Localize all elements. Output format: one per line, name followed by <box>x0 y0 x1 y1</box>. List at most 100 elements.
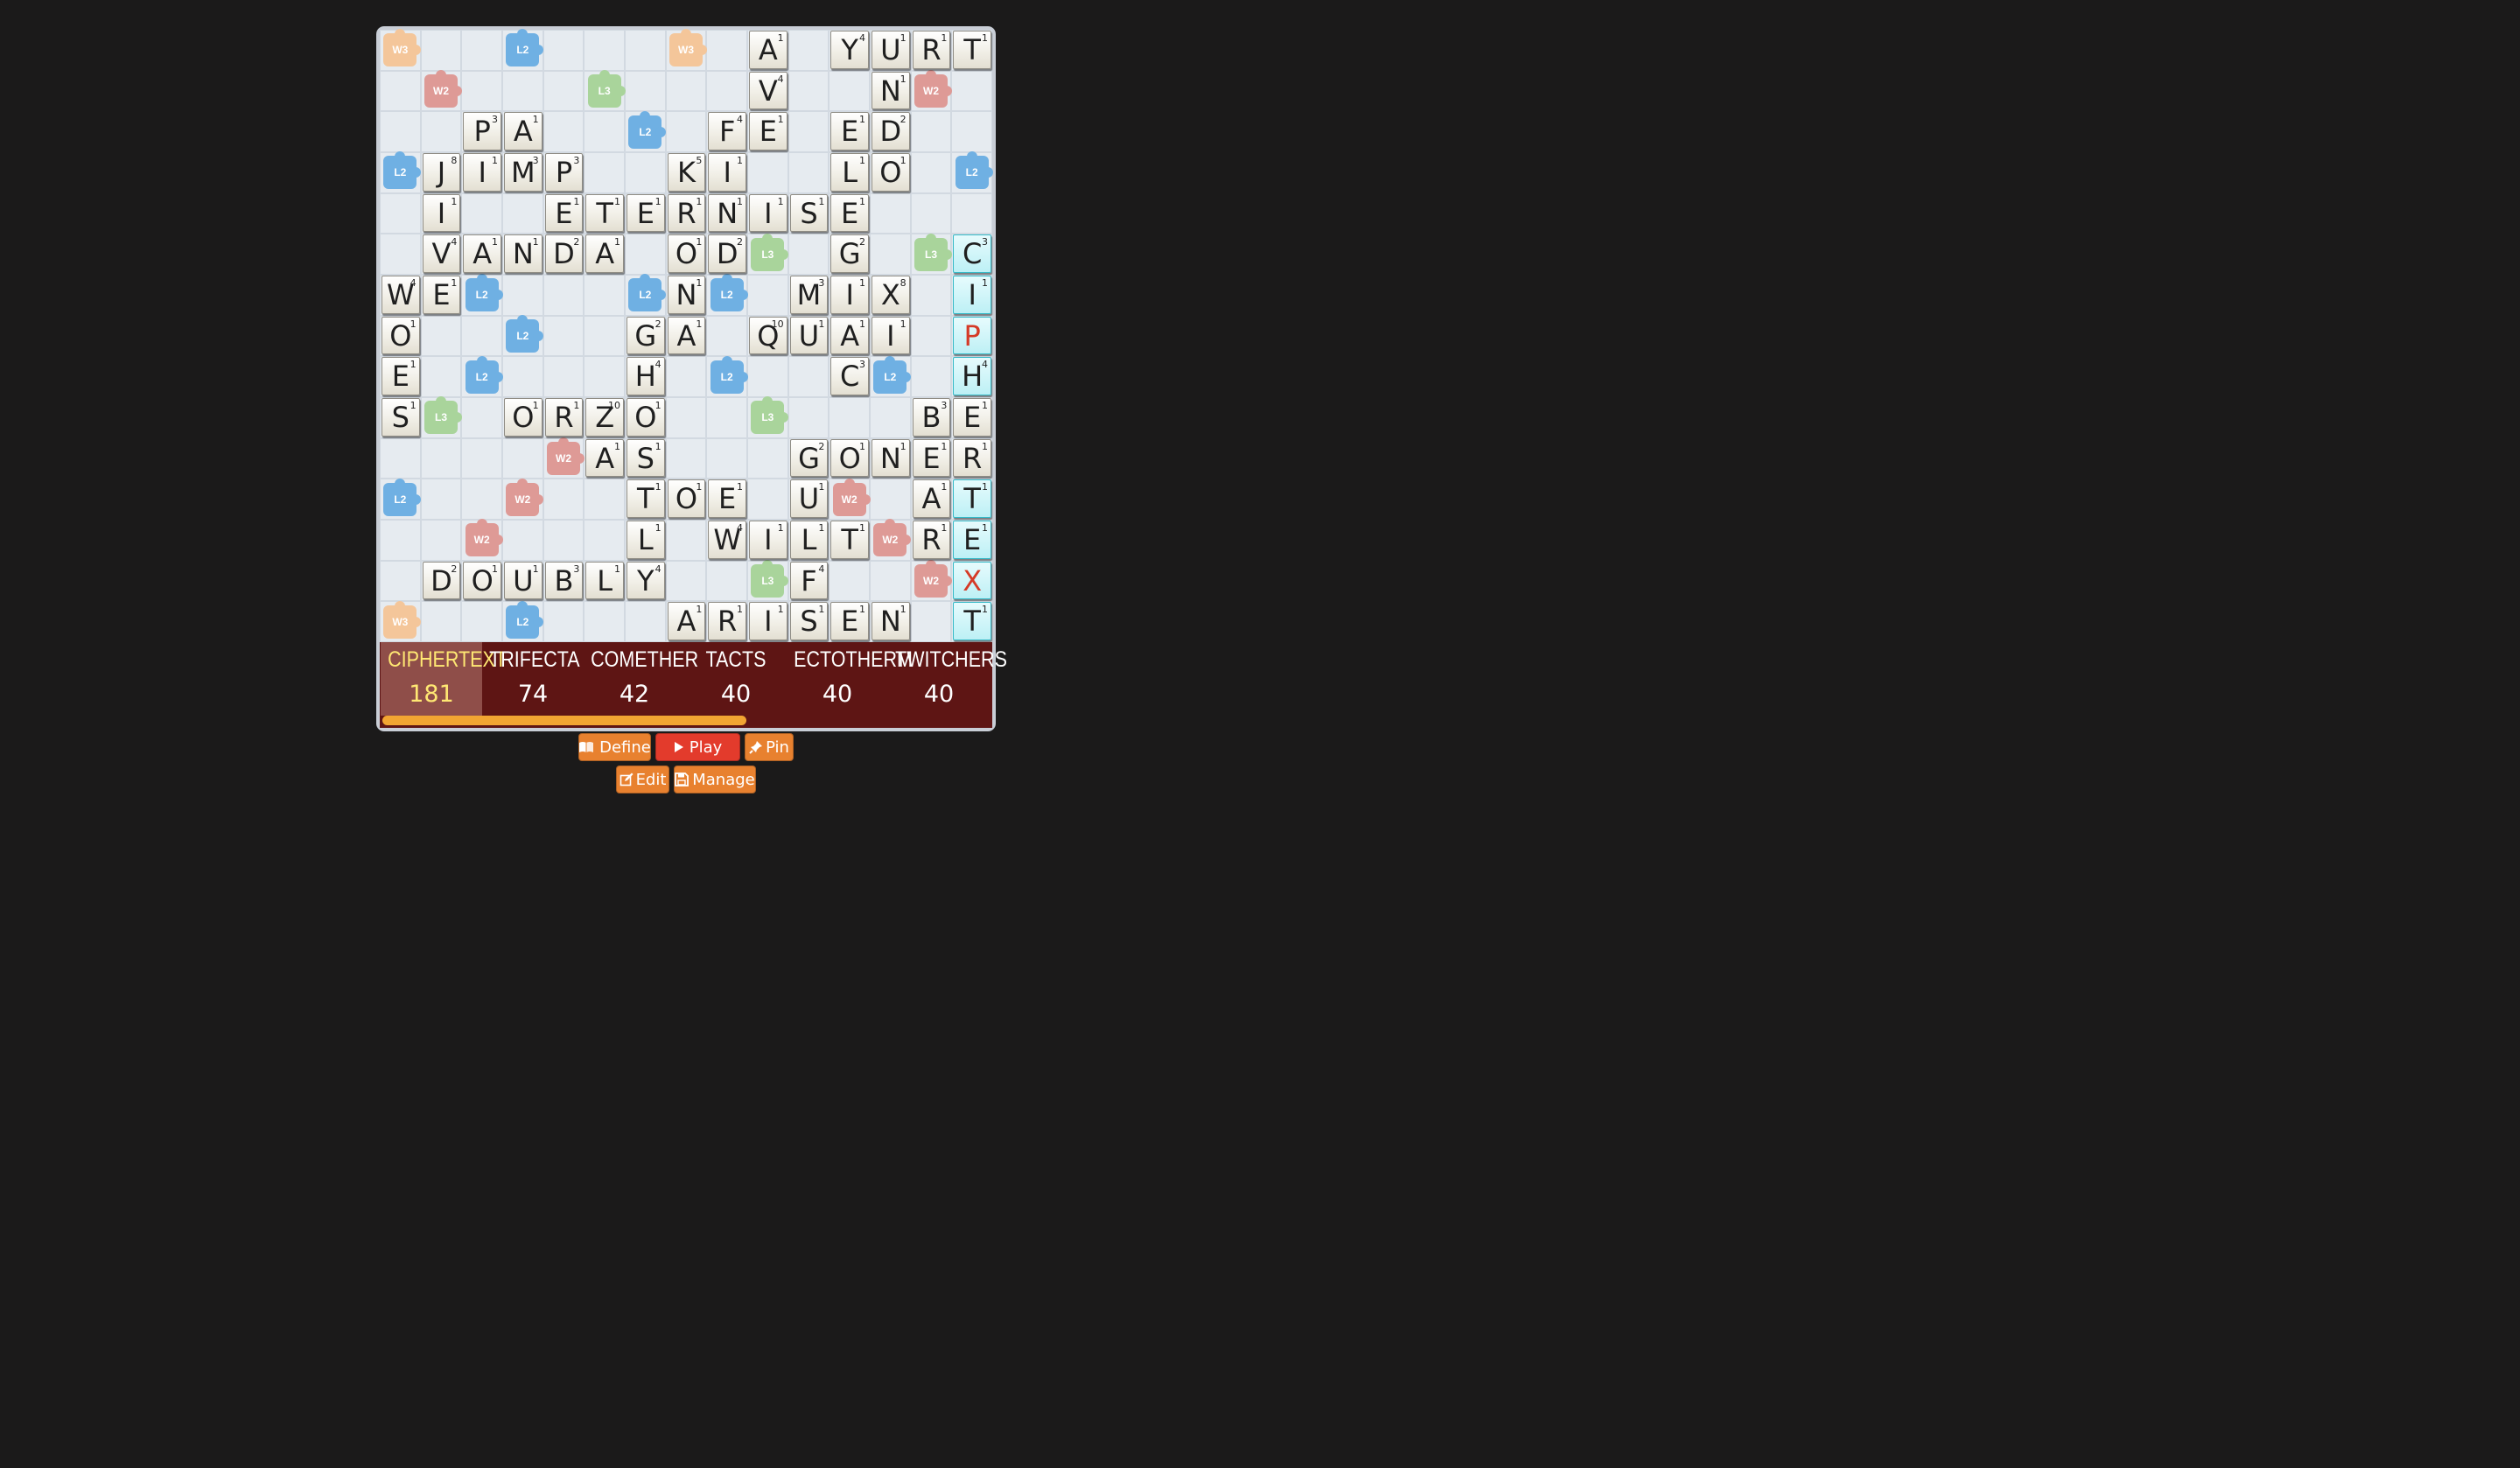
board-square[interactable] <box>625 234 666 275</box>
board-square[interactable] <box>461 70 502 112</box>
board-square[interactable] <box>706 30 747 71</box>
letter-tile[interactable]: E1 <box>830 602 869 640</box>
board-square[interactable] <box>584 152 625 193</box>
board-square[interactable] <box>951 70 992 112</box>
board-square[interactable] <box>910 152 952 193</box>
letter-tile[interactable]: R1 <box>953 438 991 478</box>
letter-tile[interactable]: I1 <box>872 316 910 355</box>
board-square[interactable] <box>788 356 830 397</box>
letter-tile[interactable]: R1 <box>544 398 584 437</box>
letter-tile[interactable]: E1 <box>626 193 665 233</box>
letter-tile[interactable]: S1 <box>382 398 420 437</box>
letter-tile[interactable]: U1 <box>789 479 829 518</box>
board-square[interactable] <box>706 560 747 602</box>
board-square[interactable] <box>706 315 747 357</box>
board-square[interactable] <box>502 275 543 316</box>
board-square[interactable] <box>420 520 462 561</box>
board-square[interactable] <box>502 520 543 561</box>
letter-tile[interactable]: G2 <box>789 438 829 478</box>
letter-tile[interactable]: E1 <box>830 112 869 150</box>
letter-tile[interactable]: S1 <box>789 602 829 640</box>
letter-tile[interactable]: X <box>953 561 991 600</box>
letter-tile[interactable]: T1 <box>830 521 869 559</box>
letter-tile[interactable]: R1 <box>912 521 951 559</box>
board-square[interactable] <box>542 479 584 520</box>
board-square[interactable] <box>829 397 870 438</box>
board-square[interactable] <box>420 601 462 642</box>
board-square[interactable] <box>788 234 830 275</box>
board-square[interactable] <box>461 192 502 234</box>
board-square[interactable] <box>665 111 707 152</box>
letter-tile[interactable]: V4 <box>749 71 788 110</box>
define-button[interactable]: Define <box>578 733 651 761</box>
letter-tile[interactable]: M3 <box>789 276 829 314</box>
letter-tile[interactable]: F4 <box>708 112 746 150</box>
word-option[interactable]: ECTOTHERM 40 <box>787 642 913 716</box>
letter-tile[interactable]: L1 <box>626 521 665 559</box>
letter-tile[interactable]: B3 <box>544 561 584 600</box>
board-square[interactable] <box>747 479 788 520</box>
board-square[interactable] <box>542 30 584 71</box>
letter-tile[interactable]: B3 <box>912 398 951 437</box>
board-square[interactable] <box>788 397 830 438</box>
board-square[interactable] <box>584 601 625 642</box>
board-square[interactable] <box>420 479 462 520</box>
letter-tile[interactable]: N1 <box>872 602 910 640</box>
play-button[interactable]: Play <box>655 733 740 761</box>
board-square[interactable] <box>461 437 502 479</box>
word-option[interactable]: TACTS 40 <box>685 642 787 716</box>
board-square[interactable] <box>665 437 707 479</box>
letter-tile[interactable]: E1 <box>422 276 461 314</box>
board-square[interactable] <box>584 356 625 397</box>
letter-tile[interactable]: O1 <box>463 561 501 600</box>
manage-button[interactable]: Manage <box>674 765 756 793</box>
board-square[interactable] <box>502 437 543 479</box>
board-square[interactable] <box>870 234 911 275</box>
letter-tile[interactable]: R1 <box>912 31 951 69</box>
letter-tile[interactable]: E1 <box>953 398 991 437</box>
letter-tile[interactable]: N1 <box>708 193 746 233</box>
letter-tile[interactable]: J8 <box>422 153 461 192</box>
letter-tile[interactable]: T1 <box>585 193 624 233</box>
letter-tile[interactable]: K5 <box>667 153 706 192</box>
board-square[interactable] <box>706 397 747 438</box>
board-square[interactable] <box>380 560 421 602</box>
letter-tile[interactable]: D2 <box>872 112 910 150</box>
board-square[interactable] <box>542 601 584 642</box>
board-square[interactable] <box>380 192 421 234</box>
board-square[interactable] <box>910 192 952 234</box>
word-option[interactable]: COMETHER 42 <box>584 642 698 716</box>
board-square[interactable] <box>665 356 707 397</box>
letter-tile[interactable]: U1 <box>504 561 542 600</box>
board-square[interactable] <box>870 397 911 438</box>
board-square[interactable] <box>420 111 462 152</box>
letter-tile[interactable]: V4 <box>422 234 461 273</box>
board-square[interactable] <box>380 234 421 275</box>
board-square[interactable] <box>829 560 870 602</box>
letter-tile[interactable]: N1 <box>667 276 706 314</box>
letter-tile[interactable]: D2 <box>708 234 746 273</box>
board-square[interactable] <box>420 30 462 71</box>
board-square[interactable] <box>542 315 584 357</box>
letter-tile[interactable]: G2 <box>626 316 665 355</box>
board-square[interactable] <box>910 315 952 357</box>
board-square[interactable] <box>625 30 666 71</box>
board-square[interactable] <box>870 192 911 234</box>
letter-tile[interactable]: C3 <box>953 234 991 273</box>
word-option[interactable]: CIPHERTEXT 181 <box>381 642 507 716</box>
board-square[interactable] <box>584 479 625 520</box>
letter-tile[interactable]: Z 10 <box>585 398 624 437</box>
letter-tile[interactable]: A1 <box>667 316 706 355</box>
word-option[interactable]: TWITCHERS 40 <box>888 642 1007 716</box>
board-square[interactable] <box>420 437 462 479</box>
board-square[interactable] <box>910 356 952 397</box>
board-square[interactable] <box>584 30 625 71</box>
letter-tile[interactable]: A1 <box>912 479 951 518</box>
board-square[interactable] <box>502 356 543 397</box>
letter-tile[interactable]: O1 <box>667 234 706 273</box>
board-square[interactable] <box>706 437 747 479</box>
letter-tile[interactable]: A1 <box>667 602 706 640</box>
board-square[interactable] <box>420 315 462 357</box>
letter-tile[interactable]: A1 <box>504 112 542 150</box>
board-square[interactable] <box>747 437 788 479</box>
